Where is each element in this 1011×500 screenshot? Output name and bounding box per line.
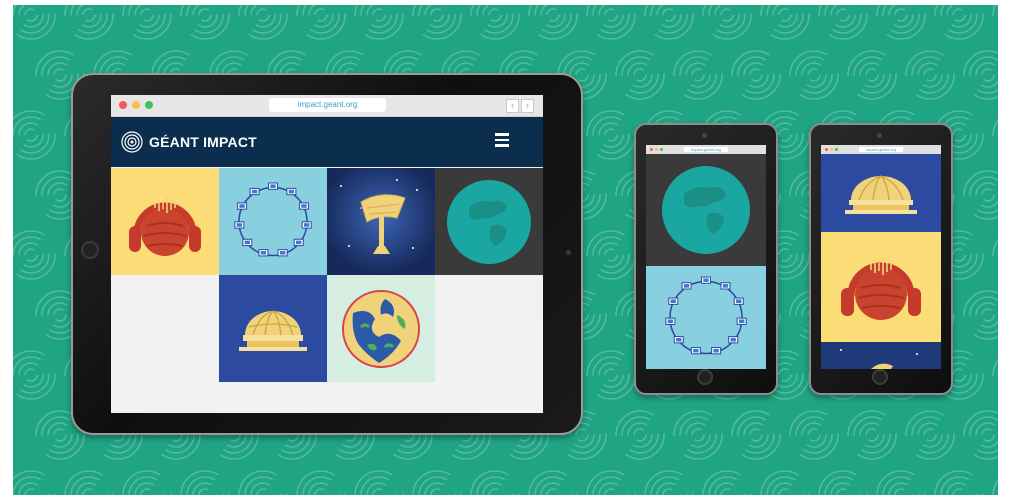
radio-telescope-icon	[840, 349, 918, 369]
phone-device-2: impact.geant.org	[809, 123, 953, 395]
forward-button[interactable]: ›	[521, 99, 534, 113]
minimize-dot-icon[interactable]	[830, 148, 833, 151]
tile-network[interactable]	[219, 168, 327, 275]
tile-dome[interactable]	[219, 275, 327, 382]
phone-2-tile-headphones[interactable]	[821, 232, 941, 342]
phone-2-screen: impact.geant.org	[821, 145, 941, 369]
phone-1-browser-toolbar: impact.geant.org	[646, 145, 766, 154]
minimize-dot-icon[interactable]	[655, 148, 658, 151]
brand-title[interactable]: GÉANT IMPACT	[149, 134, 257, 150]
tile-map[interactable]	[327, 275, 435, 382]
close-dot-icon[interactable]	[825, 148, 828, 151]
close-dot-icon[interactable]	[119, 101, 127, 109]
headphones-planet-icon	[129, 197, 201, 256]
close-dot-icon[interactable]	[650, 148, 653, 151]
phone-2-address-bar[interactable]: impact.geant.org	[859, 147, 903, 152]
phone-1-home-button[interactable]	[697, 369, 713, 385]
maximize-dot-icon[interactable]	[835, 148, 838, 151]
phone-2-tile-telescope[interactable]	[821, 342, 941, 369]
background: impact.geant.org ‹ › GÉANT IMPACT impact…	[13, 5, 998, 495]
phone-2-browser-toolbar: impact.geant.org	[821, 145, 941, 154]
phone-1-address-bar[interactable]: impact.geant.org	[684, 147, 728, 152]
tablet-home-button[interactable]	[81, 241, 99, 259]
geant-logo-icon[interactable]	[121, 131, 143, 153]
map-globe-icon	[342, 290, 420, 368]
phone-device-1: impact.geant.org	[634, 123, 778, 395]
phone-1-tile-earth[interactable]	[646, 154, 766, 266]
dome-building-icon	[239, 310, 307, 351]
back-button[interactable]: ‹	[506, 99, 519, 113]
maximize-dot-icon[interactable]	[660, 148, 663, 151]
phone-2-home-button[interactable]	[872, 369, 888, 385]
app-header: GÉANT IMPACT	[111, 117, 543, 167]
network-ring-icon	[234, 182, 312, 257]
address-bar[interactable]: impact.geant.org	[269, 98, 386, 112]
headphones-planet-icon	[841, 259, 921, 320]
browser-toolbar: impact.geant.org ‹ ›	[111, 95, 543, 117]
phone-1-screen: impact.geant.org	[646, 145, 766, 369]
tablet-screen: impact.geant.org ‹ › GÉANT IMPACT	[111, 95, 543, 413]
radio-telescope-icon	[327, 168, 435, 275]
phone-1-tile-network[interactable]	[646, 266, 766, 369]
tile-telescope[interactable]	[327, 168, 435, 275]
tablet-device: impact.geant.org ‹ › GÉANT IMPACT	[71, 73, 583, 435]
maximize-dot-icon[interactable]	[145, 101, 153, 109]
phone-speaker	[702, 133, 707, 138]
earth-globe-icon	[662, 166, 750, 254]
tile-earth[interactable]	[435, 168, 543, 275]
phone-speaker	[877, 133, 882, 138]
dome-building-icon	[845, 175, 917, 214]
minimize-dot-icon[interactable]	[132, 101, 140, 109]
hamburger-icon[interactable]	[495, 133, 509, 147]
network-ring-icon	[665, 276, 747, 355]
tile-headphones[interactable]	[111, 168, 219, 275]
earth-globe-icon	[447, 180, 531, 264]
tablet-camera	[566, 250, 571, 255]
phone-2-tile-dome[interactable]	[821, 154, 941, 232]
